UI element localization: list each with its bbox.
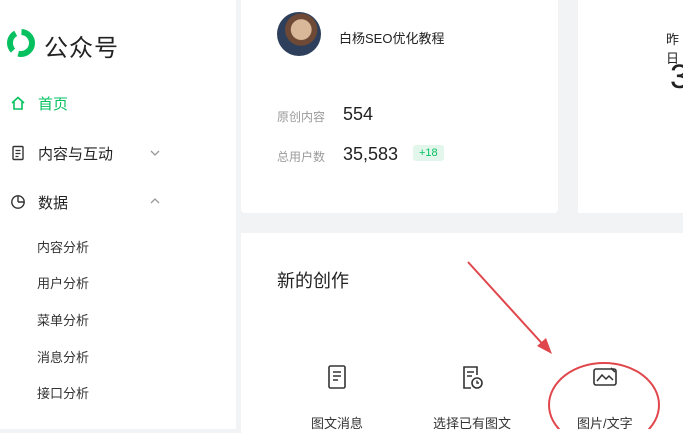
sidebar-item-data[interactable]: 数据 [10,192,68,213]
yesterday-value: 3 [670,58,683,96]
original-content-value[interactable]: 554 [343,104,373,125]
select-existing-article-button[interactable]: 选择已有图文 [433,363,511,432]
create-article-button[interactable]: 图文消息 [311,363,363,432]
brand-name: 公众号 [44,35,119,62]
total-users-label: 总用户数 [277,150,326,164]
sidebar-subitem-user-analysis[interactable]: 用户分析 [37,273,89,292]
original-content-label: 原创内容 [277,110,326,124]
existing-article-icon [458,363,486,391]
total-users-value[interactable]: 35,583 [343,144,398,165]
article-icon [323,363,351,391]
chevron-down-icon[interactable] [148,146,162,160]
tool-label: 选择已有图文 [433,416,512,431]
sidebar-subitem-message-analysis[interactable]: 消息分析 [37,347,89,366]
section-title: 新的创作 [277,271,349,291]
tool-label: 图片/文字 [577,416,633,431]
sidebar: 公众号 首页 内容与互动 数据 内容分析 用户分析 菜单分析 消息分析 接口分析 [0,0,236,429]
sidebar-subitem-api-analysis[interactable]: 接口分析 [37,383,89,402]
avatar[interactable] [277,12,321,56]
new-creation-card: 新的创作 图文消息 选择已有图文 图片/文字 [241,233,683,433]
sidebar-subitem-content-analysis[interactable]: 内容分析 [37,237,89,256]
sidebar-item-label: 数据 [38,195,69,212]
image-text-icon [591,363,619,391]
sidebar-subitem-menu-analysis[interactable]: 菜单分析 [37,310,89,329]
document-icon [10,145,28,163]
home-icon [10,95,28,113]
account-name[interactable]: 白杨SEO优化教程 [339,28,444,47]
sidebar-item-home[interactable]: 首页 [10,93,68,114]
brand-logo[interactable]: 公众号 [6,28,119,63]
sidebar-item-content-interaction[interactable]: 内容与互动 [10,143,113,164]
image-text-button[interactable]: 图片/文字 [577,363,633,432]
chevron-up-icon[interactable] [148,194,162,208]
yesterday-stats-card: 昨日 3 [578,0,683,213]
account-overview-card: 白杨SEO优化教程 原创内容 554 总用户数 35,583 +18 [241,0,558,213]
sidebar-item-label: 内容与互动 [38,146,114,163]
pie-chart-icon [10,194,28,212]
sidebar-item-label: 首页 [38,96,69,113]
users-delta-badge: +18 [413,145,444,161]
wechat-mp-logo-icon [6,28,36,63]
tool-label: 图文消息 [311,416,364,431]
